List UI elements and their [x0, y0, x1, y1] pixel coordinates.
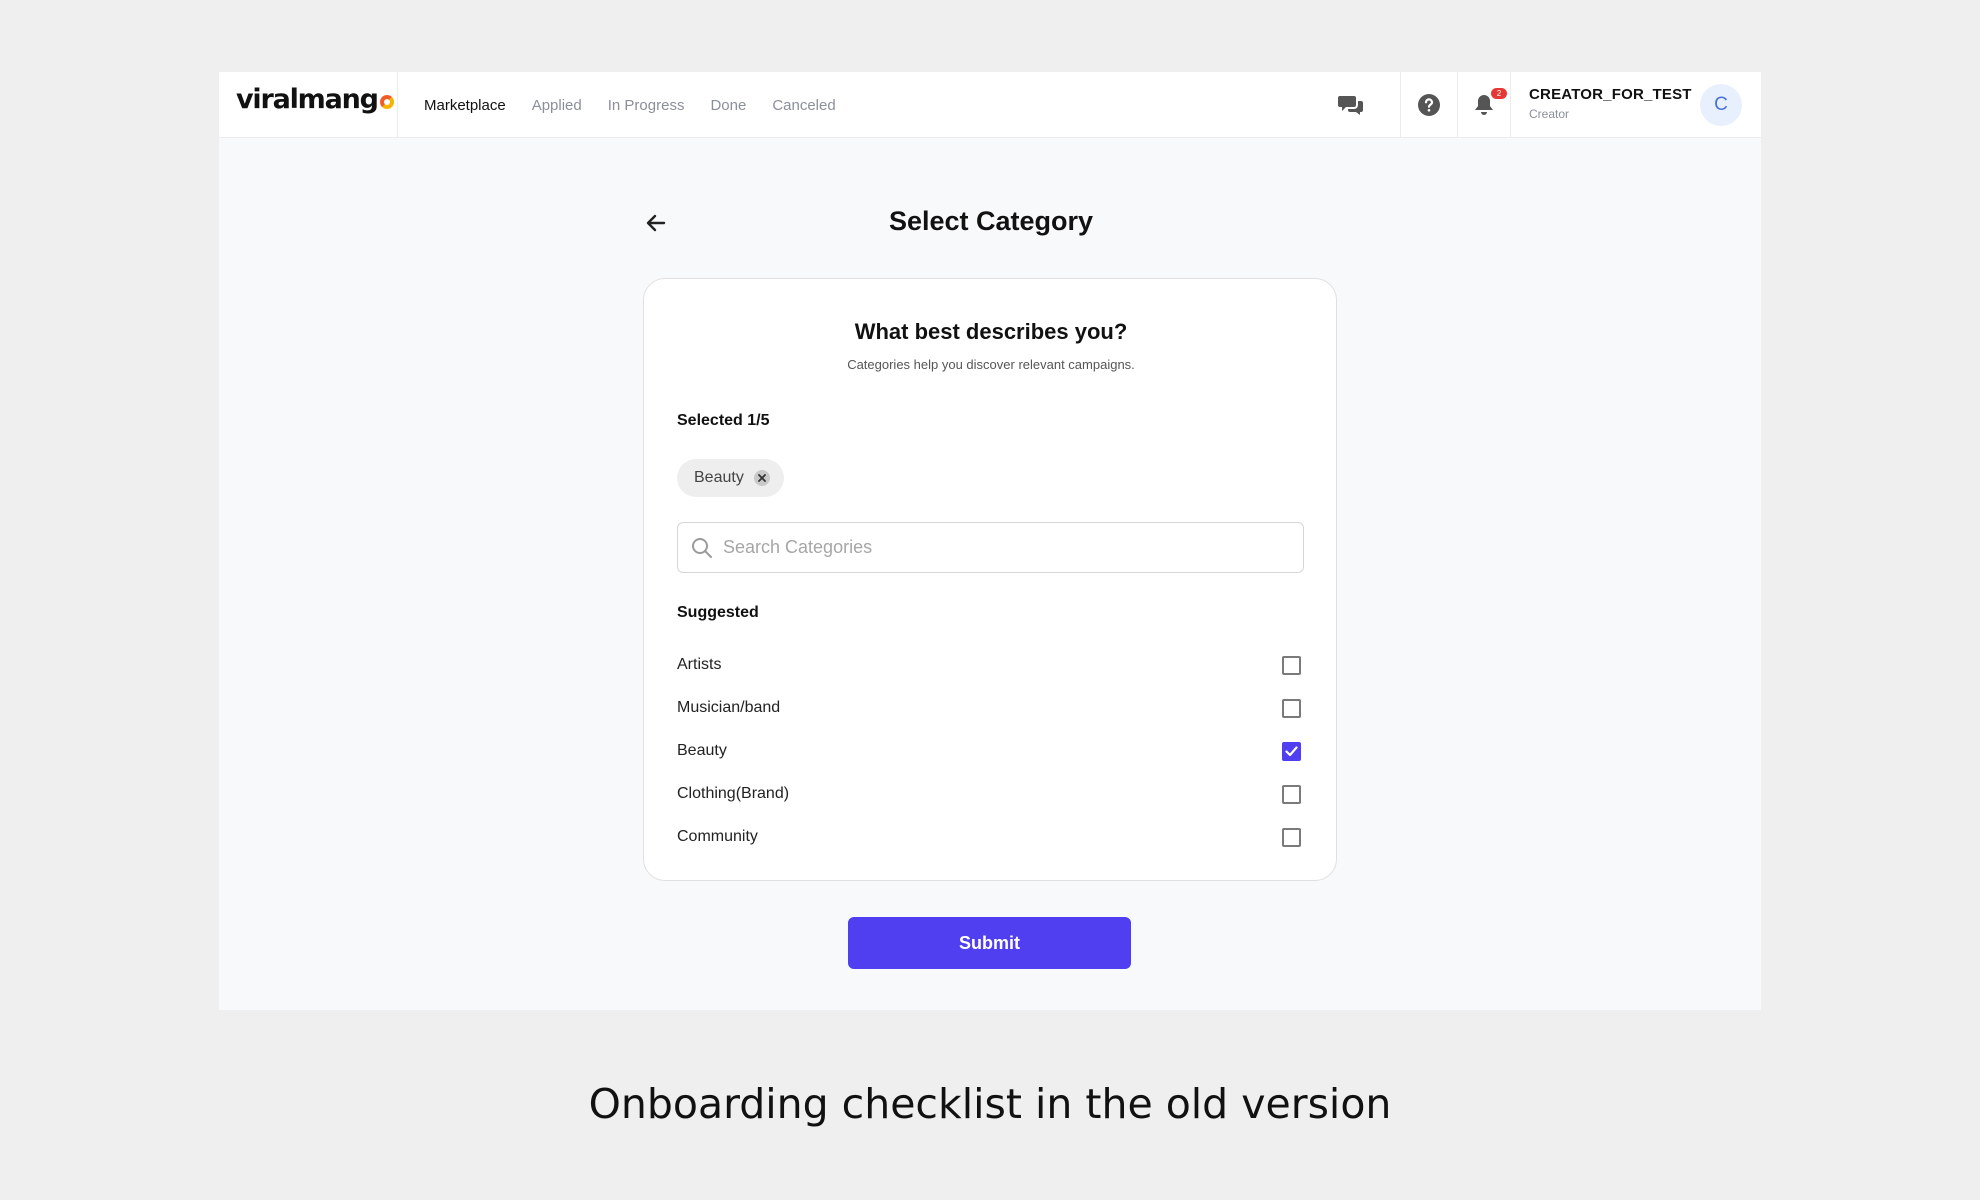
nav-divider: [1510, 72, 1511, 138]
page-title: Select Category: [888, 206, 1094, 236]
notifications-button[interactable]: 2: [1458, 72, 1510, 138]
user-info[interactable]: CREATOR_FOR_TEST Creator: [1529, 86, 1692, 121]
chat-button[interactable]: [1326, 72, 1376, 138]
main-nav: Marketplace Applied In Progress Done Can…: [424, 72, 836, 138]
selected-count-label: Selected 1/5: [677, 412, 770, 429]
top-nav-bar: viralmang Marketplace Applied In Progres…: [219, 72, 1761, 138]
chip-label: Beauty: [694, 469, 744, 486]
selected-chip: Beauty: [677, 459, 784, 497]
logo-container: viralmang: [219, 72, 398, 138]
suggested-heading: Suggested: [677, 604, 759, 621]
category-label: Community: [677, 828, 758, 845]
category-checkbox[interactable]: [1282, 827, 1301, 847]
card-subtitle: Categories help you discover relevant ca…: [847, 357, 1135, 372]
chat-bubbles-icon: [1338, 96, 1363, 115]
category-checkbox[interactable]: [1282, 784, 1301, 804]
category-card: What best describes you? Categories help…: [643, 278, 1337, 881]
category-checkbox[interactable]: [1282, 698, 1301, 718]
question-circle-icon: [1418, 94, 1440, 116]
category-checkbox[interactable]: [1282, 741, 1301, 761]
category-label: Beauty: [677, 742, 727, 759]
bell-icon: [1475, 95, 1493, 115]
list-item[interactable]: Artists: [677, 650, 1304, 680]
category-label: Musician/band: [677, 699, 781, 716]
list-item[interactable]: Beauty: [677, 736, 1304, 766]
avatar[interactable]: C: [1700, 84, 1742, 126]
search-field: [677, 522, 1304, 573]
nav-item-applied[interactable]: Applied: [532, 97, 582, 114]
search-icon: [692, 537, 712, 558]
nav-item-done[interactable]: Done: [710, 97, 746, 114]
logo-o-mark-icon: [379, 95, 394, 109]
list-item[interactable]: Clothing(Brand): [677, 779, 1304, 809]
nav-item-marketplace[interactable]: Marketplace: [424, 97, 506, 114]
app-window: viralmang Marketplace Applied In Progres…: [219, 72, 1761, 1010]
category-label: Clothing(Brand): [677, 785, 790, 802]
list-item[interactable]: Musician/band: [677, 693, 1304, 723]
card-title: What best describes you?: [854, 319, 1128, 344]
nav-item-canceled[interactable]: Canceled: [772, 97, 835, 114]
checkmark-icon: [1285, 745, 1298, 756]
notification-count-badge: 2: [1491, 88, 1507, 99]
brand-logo[interactable]: viralmang: [236, 86, 394, 113]
chip-remove-button[interactable]: [753, 470, 770, 486]
caption-text: Onboarding checklist in the old version: [588, 1080, 1392, 1128]
nav-item-in-progress[interactable]: In Progress: [608, 97, 685, 114]
category-label: Artists: [677, 656, 722, 673]
logo-text: viralmang: [236, 84, 379, 115]
submit-button[interactable]: Submit: [848, 917, 1131, 969]
close-icon: [757, 474, 766, 482]
category-checkbox[interactable]: [1282, 655, 1301, 675]
user-role: Creator: [1529, 107, 1570, 121]
help-button[interactable]: [1401, 72, 1457, 138]
list-item[interactable]: Community: [677, 822, 1304, 852]
search-input[interactable]: [723, 537, 1283, 558]
user-name: CREATOR_FOR_TEST: [1529, 86, 1692, 103]
